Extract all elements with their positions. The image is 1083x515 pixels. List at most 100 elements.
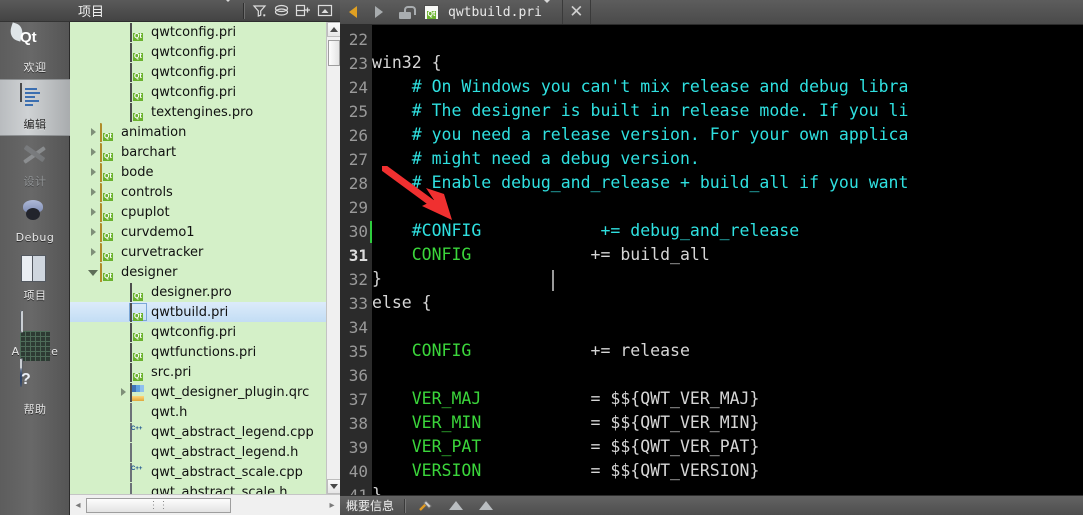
code-token: CONFIG [372, 245, 472, 264]
tree-row[interactable]: cpuplot [70, 202, 326, 222]
code-token: VERSION [372, 461, 482, 480]
tree-row[interactable]: barchart [70, 142, 326, 162]
code-line[interactable]: CONFIG += build_all [372, 241, 1083, 265]
code-line[interactable]: #CONFIG += debug_and_release [372, 217, 1083, 241]
code-line[interactable]: } [372, 481, 1083, 495]
code-line[interactable]: # Enable debug_and_release + build_all i… [372, 169, 1083, 193]
tree-row[interactable]: bode [70, 162, 326, 182]
scroll-up-arrow-icon[interactable] [327, 22, 341, 37]
tree-row-selected[interactable]: qwtbuild.pri [70, 302, 326, 322]
code-line[interactable]: else { [372, 289, 1083, 313]
tree-row[interactable]: qwtconfig.pri [70, 322, 326, 342]
chevron-down-icon[interactable] [223, 0, 233, 20]
filter-icon[interactable] [248, 1, 270, 21]
tree-row[interactable]: src.pri [70, 362, 326, 382]
code-line[interactable]: CONFIG += release [372, 337, 1083, 361]
tree-row[interactable]: qwtconfig.pri [70, 62, 326, 82]
link-editor-icon[interactable] [270, 1, 292, 21]
code-text-area[interactable]: 22 23 24 25 26 27 28 29 30 31 32 33 34 35 36 37 38 39 40 41… [340, 25, 1083, 495]
qt-folder-icon [100, 163, 116, 182]
code-line[interactable]: VER_MAJ = $${QWT_VER_MAJ} [372, 385, 1083, 409]
chevron-right-icon[interactable] [86, 243, 100, 261]
close-icon[interactable]: ✕ [561, 0, 590, 24]
tree-row[interactable]: curvetracker [70, 242, 326, 262]
tree-row[interactable]: qwt.h [70, 402, 326, 422]
mode-item-编辑[interactable]: 编辑 [0, 79, 70, 136]
mode-item-label: 欢迎 [23, 60, 47, 74]
tree-row[interactable]: designer.pro [70, 282, 326, 302]
mode-item-设计[interactable]: 设计 [0, 136, 70, 193]
mode-item-帮助[interactable]: 帮助 [0, 364, 70, 421]
line-number: 28 [348, 174, 368, 193]
chevron-right-icon[interactable] [86, 143, 100, 161]
tree-row[interactable]: qwtconfig.pri [70, 22, 326, 42]
tree-row[interactable]: controls [70, 182, 326, 202]
scroll-right-arrow-icon[interactable]: ▸ [324, 500, 340, 511]
chevron-down-icon[interactable] [541, 0, 552, 21]
scroll-down-arrow-icon[interactable] [327, 479, 341, 494]
code-line[interactable]: # you need a release version. For your o… [372, 121, 1083, 145]
tree-row[interactable]: animation [70, 122, 326, 142]
line-number: 39 [348, 438, 368, 457]
chevron-right-icon[interactable] [116, 383, 130, 401]
chevron-right-icon[interactable] [86, 183, 100, 201]
tree-row[interactable]: textengines.pro [70, 102, 326, 122]
code-line[interactable]: } [372, 265, 1083, 289]
chevron-right-icon[interactable] [86, 123, 100, 141]
scroll-left-arrow-icon[interactable]: ◂ [70, 500, 86, 511]
tree-row[interactable]: curvdemo1 [70, 222, 326, 242]
code-line[interactable]: win32 { [372, 49, 1083, 73]
code-line[interactable] [372, 361, 1083, 385]
code-line[interactable]: # might need a debug version. [372, 145, 1083, 169]
tree-row[interactable]: qwt_abstract_legend.cpp [70, 422, 326, 442]
code-line[interactable] [372, 313, 1083, 337]
scrollbar-thumb[interactable] [328, 40, 340, 66]
mode-item-项目[interactable]: 项目 [0, 250, 70, 307]
tree-row-label: bode [121, 164, 154, 180]
tree-row[interactable]: designer [70, 262, 326, 282]
chevron-right-icon[interactable] [86, 163, 100, 181]
tree-row[interactable]: qwtconfig.pri [70, 42, 326, 62]
code-line[interactable]: VER_MIN = $${QWT_VER_MIN} [372, 409, 1083, 433]
code-line[interactable]: # The designer is built in release mode.… [372, 97, 1083, 121]
chevron-right-icon[interactable] [86, 203, 100, 221]
forward-arrow-icon[interactable] [366, 0, 392, 24]
chevron-down-icon[interactable] [86, 263, 100, 281]
mode-item-欢迎[interactable]: 欢迎 [0, 21, 70, 79]
tree-row[interactable]: qwt_designer_plugin.qrc [70, 382, 326, 402]
back-arrow-icon[interactable] [340, 0, 366, 24]
line-number: 25 [348, 102, 368, 121]
tree-row-label: qwtconfig.pri [151, 44, 237, 60]
code-line[interactable]: VER_PAT = $${QWT_VER_PAT} [372, 433, 1083, 457]
mode-item-Analyze[interactable]: Analyze [0, 307, 70, 381]
source-code[interactable]: win32 { # On Windows you can't mix relea… [372, 25, 1083, 495]
code-line[interactable] [372, 193, 1083, 217]
tree-row[interactable]: qwtconfig.pri [70, 82, 326, 102]
up-arrow-icon[interactable] [445, 497, 467, 515]
code-line[interactable]: # On Windows you can't mix release and d… [372, 73, 1083, 97]
current-line-marker [370, 221, 372, 243]
tree-row[interactable]: qwtfunctions.pri [70, 342, 326, 362]
up-arrow-2-icon[interactable] [475, 497, 497, 515]
line-number: 34 [348, 318, 368, 337]
code-line[interactable]: VERSION = $${QWT_VERSION} [372, 457, 1083, 481]
line-number: 26 [348, 126, 368, 145]
project-file-tree[interactable]: qwtconfig.pri qwtconfig.pri qwtconfig.pri q… [70, 22, 326, 494]
hscrollbar-thumb[interactable]: ⋮⋮ [86, 497, 231, 513]
project-tree-vertical-scrollbar[interactable] [326, 22, 341, 494]
tree-row[interactable]: qwt_abstract_scale.cpp [70, 462, 326, 482]
mode-items-list: 欢迎编辑设计 Debug 项目 Analyze 帮助 [0, 21, 70, 421]
build-hammer-icon[interactable] [415, 497, 437, 515]
chevron-right-icon[interactable] [86, 223, 100, 241]
unlock-icon[interactable] [392, 0, 418, 24]
divider [404, 498, 406, 513]
tree-row[interactable]: qwt_abstract_legend.h [70, 442, 326, 462]
tree-row[interactable]: qwt_abstract_scale.h [70, 482, 326, 494]
pri-file-icon [129, 303, 147, 322]
split-add-icon[interactable] [292, 1, 314, 21]
mode-item-Debug[interactable]: Debug [0, 193, 70, 250]
minimize-icon[interactable] [314, 1, 336, 21]
code-line[interactable] [372, 25, 1083, 49]
line-number: 22 [348, 30, 368, 49]
project-tree-horizontal-scrollbar[interactable]: ◂ ⋮⋮ ▸ [70, 494, 340, 515]
